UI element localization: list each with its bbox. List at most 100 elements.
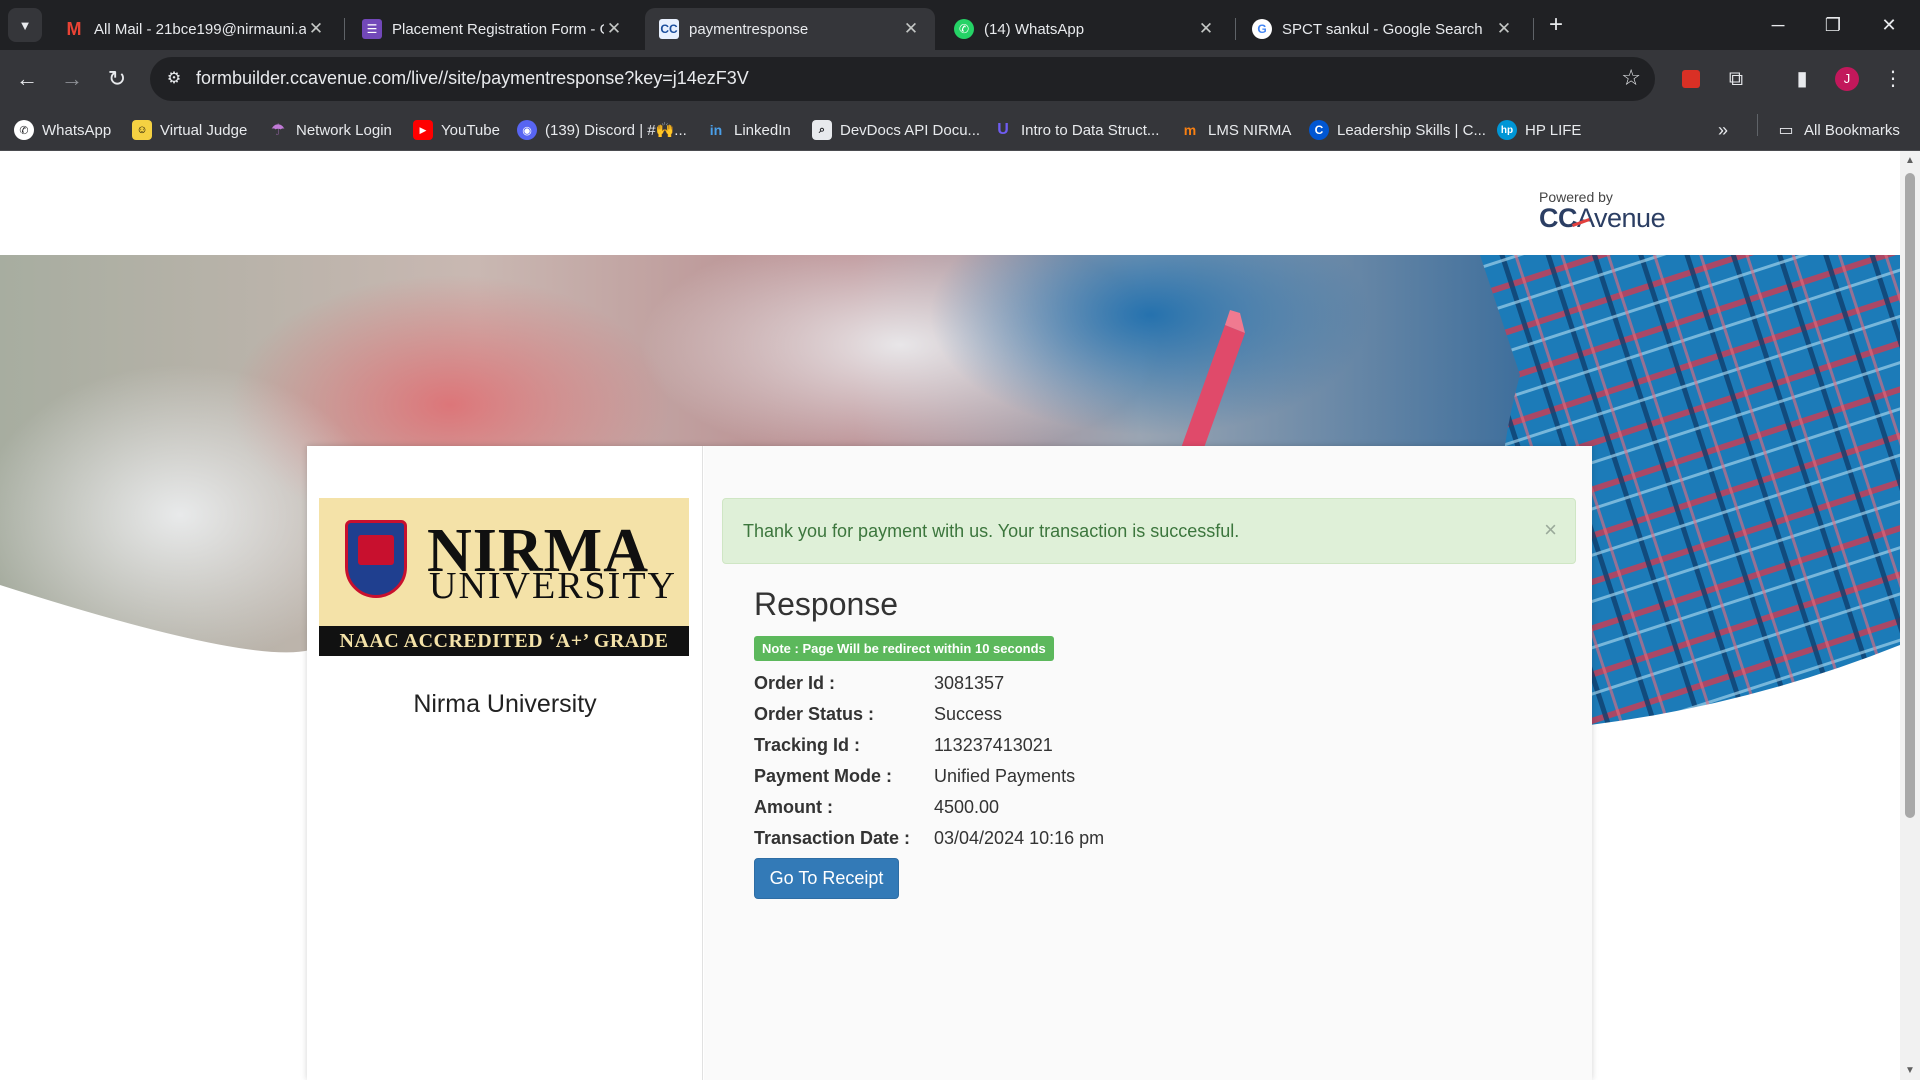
tab-title: All Mail - 21bce199@nirmauni.ac.in	[94, 20, 306, 38]
back-button[interactable]: ←	[10, 62, 44, 96]
bookmark-label: Leadership Skills | C...	[1337, 121, 1486, 139]
tab-whatsapp[interactable]: ✆ (14) WhatsApp ✕	[940, 8, 1230, 50]
tab-separator	[344, 18, 345, 40]
bookmark-label: LMS NIRMA	[1208, 121, 1292, 139]
detail-value: 113237413021	[934, 735, 1053, 755]
bookmark-label: Intro to Data Struct...	[1021, 121, 1160, 139]
bookmark-lms-nirma[interactable]: m LMS NIRMA	[1180, 118, 1292, 142]
detail-label: Transaction Date :	[754, 828, 911, 848]
bookmark-whatsapp[interactable]: ✆ WhatsApp	[14, 118, 111, 142]
reload-button[interactable]: ↻	[100, 62, 134, 96]
extensions-puzzle-icon[interactable]: ⧉	[1721, 64, 1751, 94]
bookmark-leadership-skills[interactable]: C Leadership Skills | C...	[1309, 118, 1486, 142]
tab-title: SPCT sankul - Google Search	[1282, 20, 1483, 38]
linkedin-icon: in	[709, 122, 723, 138]
youtube-icon: ▶	[413, 120, 433, 140]
close-icon[interactable]: ✕	[1494, 19, 1514, 39]
google-icon: G	[1252, 19, 1272, 39]
alert-close-button[interactable]: ×	[1544, 517, 1557, 543]
url-text[interactable]: formbuilder.ccavenue.com/live//site/paym…	[196, 68, 749, 89]
close-icon[interactable]: ✕	[604, 19, 624, 39]
detail-label: Payment Mode :	[754, 766, 893, 786]
new-tab-button[interactable]: +	[1542, 12, 1570, 40]
address-bar[interactable]: ⚙ formbuilder.ccavenue.com/live//site/pa…	[150, 57, 1655, 101]
close-icon: ✕	[1881, 15, 1897, 35]
close-icon[interactable]: ✕	[1196, 19, 1216, 39]
site-info-icon[interactable]: ⚙	[162, 67, 186, 91]
arrow-right-icon: →	[61, 66, 83, 91]
folder-icon: ▭	[1778, 122, 1794, 139]
all-bookmarks-button[interactable]: ▭ All Bookmarks	[1776, 118, 1900, 142]
scroll-up-arrow-icon[interactable]: ▲	[1900, 155, 1920, 166]
bookmark-virtual-judge[interactable]: ☺ Virtual Judge	[132, 118, 247, 142]
menu-kebab-icon[interactable]: ⋮	[1878, 64, 1908, 94]
extension-pdf-icon[interactable]	[1676, 64, 1706, 94]
tab-placement-form[interactable]: ☰ Placement Registration Form - Google F…	[348, 8, 638, 50]
bookmark-label: All Bookmarks	[1804, 121, 1900, 139]
success-alert: Thank you for payment with us. Your tran…	[722, 498, 1576, 564]
bookmark-label: WhatsApp	[42, 121, 112, 139]
umbrella-icon: ☂	[270, 122, 286, 139]
bookmark-star-icon[interactable]: ☆	[1621, 65, 1641, 91]
page-scrollbar[interactable]: ▲ ▼	[1900, 151, 1920, 1080]
bookmarks-overflow-button[interactable]: »	[1718, 118, 1728, 142]
close-icon[interactable]: ✕	[901, 19, 921, 39]
bookmark-youtube[interactable]: ▶ YouTube	[413, 118, 500, 142]
tab-paymentresponse[interactable]: CC paymentresponse ✕	[645, 8, 935, 50]
bookmark-discord[interactable]: ◉ (139) Discord | #🙌...	[517, 118, 687, 142]
bookmark-intro-data-structures[interactable]: U Intro to Data Struct...	[993, 118, 1159, 142]
ccavenue-logo: CCAvenue	[1539, 203, 1666, 234]
nirma-university-logo: NIRMA UNIVERSITY NAAC ACCREDITED ‘A+’ GR…	[319, 498, 689, 656]
bookmark-linkedin[interactable]: in LinkedIn	[706, 118, 791, 142]
minimize-button[interactable]: ─	[1755, 10, 1801, 40]
devdocs-icon: ⌕	[812, 120, 832, 140]
profile-avatar[interactable]: J	[1835, 67, 1859, 91]
close-window-button[interactable]: ✕	[1866, 10, 1912, 40]
arrow-left-icon: ←	[16, 66, 38, 91]
bookmark-network-login[interactable]: ☂ Network Login	[268, 118, 392, 142]
redirect-note-badge: Note : Page Will be redirect within 10 s…	[754, 636, 1054, 661]
tab-title: paymentresponse	[689, 20, 809, 38]
bookmark-separator	[1757, 114, 1758, 136]
scrollbar-thumb[interactable]	[1905, 173, 1915, 818]
google-forms-icon: ☰	[362, 19, 382, 39]
plus-icon: +	[1548, 11, 1563, 38]
bookmark-hp-life[interactable]: hp HP LIFE	[1497, 118, 1581, 142]
browser-toolbar: ← → ↻ ⚙ formbuilder.ccavenue.com/live//s…	[0, 50, 1920, 108]
bookmark-label: LinkedIn	[734, 121, 791, 139]
scroll-down-arrow-icon[interactable]: ▼	[1900, 1065, 1920, 1076]
page-viewport: Powered by CCAvenue NIRMA UNIVERSITY NAA…	[0, 151, 1900, 1080]
bookmark-label: (139) Discord | #🙌...	[545, 122, 687, 139]
udemy-icon: U	[997, 121, 1009, 138]
tab-search-button[interactable]: ▼	[8, 8, 42, 42]
restore-icon: ❐	[1824, 15, 1842, 35]
side-panel-icon[interactable]: ▮	[1787, 64, 1817, 94]
restore-button[interactable]: ❐	[1810, 10, 1856, 40]
logo-text-naac: NAAC ACCREDITED ‘A+’ GRADE	[319, 626, 689, 656]
ccavenue-logo-avenue: Avenue	[1577, 203, 1666, 233]
close-icon[interactable]: ✕	[306, 19, 326, 39]
coursera-icon: C	[1309, 120, 1329, 140]
forward-button[interactable]: →	[55, 62, 89, 96]
bookmark-devdocs[interactable]: ⌕ DevDocs API Docu...	[812, 118, 980, 142]
whatsapp-icon: ✆	[14, 120, 34, 140]
merchant-panel: NIRMA UNIVERSITY NAAC ACCREDITED ‘A+’ GR…	[307, 446, 703, 1080]
double-chevron-right-icon: »	[1718, 119, 1729, 140]
minimize-icon: ─	[1771, 15, 1785, 35]
response-panel: Thank you for payment with us. Your tran…	[704, 446, 1592, 1080]
bookmark-label: HP LIFE	[1525, 121, 1582, 139]
detail-label: Order Id :	[754, 673, 836, 693]
reload-icon: ↻	[107, 66, 127, 91]
tab-google-search[interactable]: G SPCT sankul - Google Search ✕	[1238, 8, 1528, 50]
tab-separator	[1235, 18, 1236, 40]
tab-gmail[interactable]: M All Mail - 21bce199@nirmauni.ac.in ✕	[50, 8, 340, 50]
tab-title: Placement Registration Form - Google For…	[392, 20, 604, 38]
hp-icon: hp	[1497, 120, 1517, 140]
merchant-name: Nirma University	[413, 690, 597, 718]
bookmarks-bar: ✆ WhatsApp ☺ Virtual Judge ☂ Network Log…	[0, 108, 1920, 151]
go-to-receipt-button[interactable]: Go To Receipt	[754, 858, 899, 899]
university-crest-icon	[345, 520, 407, 598]
bookmark-label: YouTube	[441, 121, 500, 139]
whatsapp-icon: ✆	[954, 19, 974, 39]
bookmark-label: Virtual Judge	[160, 121, 248, 139]
